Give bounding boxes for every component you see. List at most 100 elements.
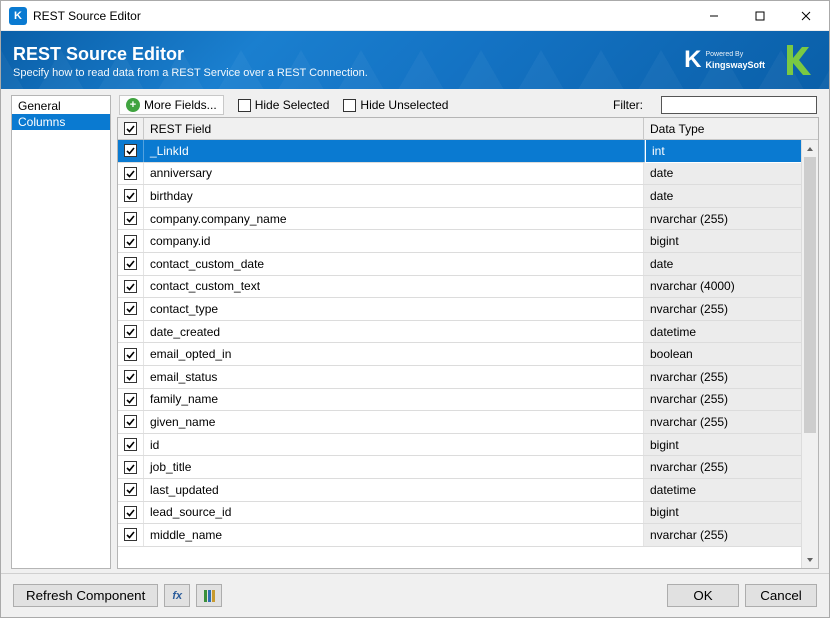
- kingswaysoft-k-icon: K: [684, 46, 701, 74]
- table-row[interactable]: given_namenvarchar (255): [118, 411, 818, 434]
- close-button[interactable]: [783, 1, 829, 30]
- table-row[interactable]: date_createddatetime: [118, 321, 818, 344]
- checkbox-checked-icon: [124, 415, 137, 428]
- sidebar-item-columns[interactable]: Columns: [12, 114, 110, 130]
- maximize-button[interactable]: [737, 1, 783, 30]
- grid-body: _LinkIdintanniversarydatebirthdaydatecom…: [118, 140, 818, 568]
- table-row[interactable]: company.idbigint: [118, 230, 818, 253]
- expression-editor-button[interactable]: fx: [164, 584, 190, 607]
- table-row[interactable]: family_namenvarchar (255): [118, 389, 818, 412]
- checkbox-checked-icon: [124, 325, 137, 338]
- header-logos: K Powered By KingswaySoft: [684, 31, 811, 89]
- hide-unselected-checkbox[interactable]: Hide Unselected: [343, 98, 448, 112]
- checkbox-checked-icon: [124, 280, 137, 293]
- row-checkbox[interactable]: [118, 298, 144, 320]
- footer: Refresh Component fx OK Cancel: [1, 573, 829, 617]
- row-field: _LinkId: [144, 140, 645, 162]
- more-fields-button[interactable]: + More Fields...: [119, 95, 224, 115]
- header-type[interactable]: Data Type: [644, 118, 818, 139]
- row-type: nvarchar (255): [644, 366, 818, 388]
- checkbox-checked-icon: [124, 393, 137, 406]
- table-row[interactable]: contact_custom_datedate: [118, 253, 818, 276]
- scroll-track[interactable]: [802, 157, 818, 551]
- row-checkbox[interactable]: [118, 140, 144, 162]
- row-checkbox[interactable]: [118, 276, 144, 298]
- row-field: id: [144, 434, 644, 456]
- row-field: company.id: [144, 230, 644, 252]
- app-window: K REST Source Editor REST Source Editor …: [0, 0, 830, 618]
- header-checkbox[interactable]: [118, 118, 144, 139]
- checkbox-checked-icon: [124, 438, 137, 451]
- row-checkbox[interactable]: [118, 208, 144, 230]
- main-panel: + More Fields... Hide Selected Hide Unse…: [117, 95, 819, 569]
- header-field[interactable]: REST Field: [144, 118, 644, 139]
- table-row[interactable]: last_updateddatetime: [118, 479, 818, 502]
- row-field: email_status: [144, 366, 644, 388]
- sidebar-item-general[interactable]: General: [12, 98, 110, 114]
- row-type: boolean: [644, 343, 818, 365]
- row-type: bigint: [644, 434, 818, 456]
- row-checkbox[interactable]: [118, 411, 144, 433]
- table-row[interactable]: lead_source_idbigint: [118, 502, 818, 525]
- row-field: birthday: [144, 185, 644, 207]
- row-checkbox[interactable]: [118, 524, 144, 546]
- table-row[interactable]: idbigint: [118, 434, 818, 457]
- row-type: datetime: [644, 321, 818, 343]
- row-field: given_name: [144, 411, 644, 433]
- scroll-up-icon[interactable]: [802, 140, 818, 157]
- scroll-down-icon[interactable]: [802, 551, 818, 568]
- row-checkbox[interactable]: [118, 434, 144, 456]
- row-checkbox[interactable]: [118, 456, 144, 478]
- table-row[interactable]: email_statusnvarchar (255): [118, 366, 818, 389]
- row-checkbox[interactable]: [118, 230, 144, 252]
- checkbox-checked-icon: [124, 189, 137, 202]
- cancel-button[interactable]: Cancel: [745, 584, 817, 607]
- row-checkbox[interactable]: [118, 253, 144, 275]
- hide-unselected-label: Hide Unselected: [360, 98, 448, 112]
- table-row[interactable]: _LinkIdint: [118, 140, 818, 163]
- row-checkbox[interactable]: [118, 185, 144, 207]
- row-checkbox[interactable]: [118, 502, 144, 524]
- ok-button[interactable]: OK: [667, 584, 739, 607]
- grid: REST Field Data Type _LinkIdintanniversa…: [117, 117, 819, 569]
- row-type: nvarchar (4000): [644, 276, 818, 298]
- row-type: nvarchar (255): [644, 298, 818, 320]
- row-checkbox[interactable]: [118, 343, 144, 365]
- plus-icon: +: [126, 98, 140, 112]
- row-checkbox[interactable]: [118, 163, 144, 185]
- columns-config-button[interactable]: [196, 584, 222, 607]
- kingswaysoft-logo: K Powered By KingswaySoft: [684, 46, 765, 74]
- table-row[interactable]: contact_typenvarchar (255): [118, 298, 818, 321]
- row-type: nvarchar (255): [644, 524, 818, 546]
- table-row[interactable]: anniversarydate: [118, 163, 818, 186]
- table-row[interactable]: contact_custom_textnvarchar (4000): [118, 276, 818, 299]
- row-checkbox[interactable]: [118, 321, 144, 343]
- grid-header: REST Field Data Type: [118, 118, 818, 140]
- row-checkbox[interactable]: [118, 366, 144, 388]
- green-k-icon: [783, 43, 811, 77]
- window-title: REST Source Editor: [33, 9, 691, 23]
- table-row[interactable]: middle_namenvarchar (255): [118, 524, 818, 547]
- checkbox-checked-icon: [124, 370, 137, 383]
- table-row[interactable]: job_titlenvarchar (255): [118, 456, 818, 479]
- body: GeneralColumns + More Fields... Hide Sel…: [1, 89, 829, 573]
- row-field: anniversary: [144, 163, 644, 185]
- row-checkbox[interactable]: [118, 479, 144, 501]
- hide-selected-checkbox[interactable]: Hide Selected: [238, 98, 330, 112]
- table-row[interactable]: company.company_namenvarchar (255): [118, 208, 818, 231]
- refresh-component-button[interactable]: Refresh Component: [13, 584, 158, 607]
- row-field: lead_source_id: [144, 502, 644, 524]
- row-type: nvarchar (255): [644, 411, 818, 433]
- row-checkbox[interactable]: [118, 389, 144, 411]
- minimize-button[interactable]: [691, 1, 737, 30]
- row-type: nvarchar (255): [644, 208, 818, 230]
- table-row[interactable]: birthdaydate: [118, 185, 818, 208]
- scroll-thumb[interactable]: [804, 157, 816, 433]
- table-row[interactable]: email_opted_inboolean: [118, 343, 818, 366]
- columns-icon: [204, 590, 215, 602]
- vertical-scrollbar[interactable]: [801, 140, 818, 568]
- row-type: nvarchar (255): [644, 456, 818, 478]
- filter-input[interactable]: [661, 96, 817, 114]
- checkbox-checked-icon: [124, 235, 137, 248]
- row-field: contact_custom_date: [144, 253, 644, 275]
